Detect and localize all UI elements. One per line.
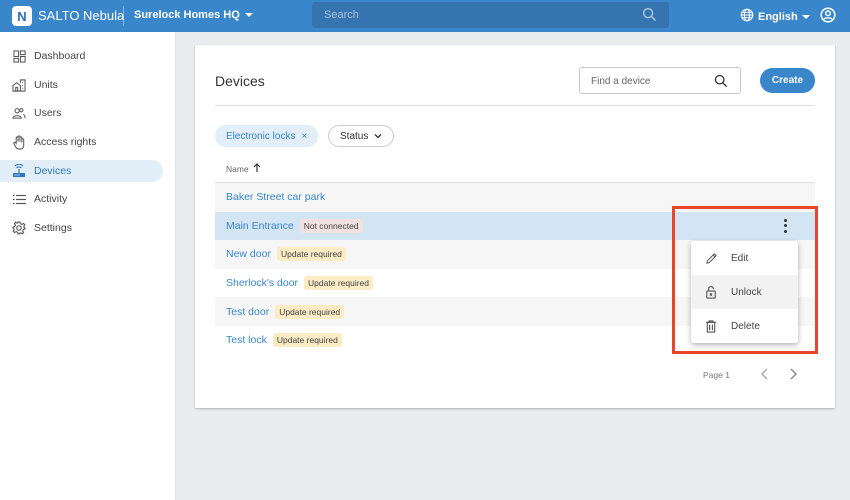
gear-icon	[12, 221, 26, 235]
table-row[interactable]: Main Entrance Not connected	[215, 211, 815, 241]
sidebar-item-label: Users	[34, 107, 62, 119]
menu-item-label: Edit	[731, 252, 749, 264]
device-name-link[interactable]: Sherlock's door	[226, 277, 298, 289]
sidebar-item-users[interactable]: Users	[0, 102, 163, 124]
pencil-icon	[704, 252, 718, 265]
router-icon	[12, 164, 26, 178]
create-button[interactable]: Create	[760, 68, 815, 93]
status-badge: Update required	[272, 333, 342, 348]
column-header-label: Name	[226, 163, 249, 174]
chevron-down-icon	[801, 14, 810, 19]
device-name-link[interactable]: Test door	[226, 306, 269, 318]
menu-item-label: Delete	[731, 320, 760, 332]
sidebar-item-label: Devices	[34, 165, 72, 177]
lock-open-icon	[704, 285, 718, 299]
sidebar-item-dashboard[interactable]: Dashboard	[0, 45, 163, 67]
account-circle-icon[interactable]	[820, 7, 836, 28]
menu-item-unlock[interactable]: Unlock	[691, 275, 798, 309]
sidebar-item-units[interactable]: Units	[0, 74, 163, 96]
brand-name: SALTO Nebula	[38, 8, 125, 23]
sidebar-item-devices[interactable]: Devices	[0, 160, 163, 182]
menu-item-edit[interactable]: Edit	[691, 241, 798, 275]
status-filter-dropdown[interactable]: Status	[328, 125, 395, 147]
filter-chip-label: Electronic locks	[226, 130, 296, 142]
filter-chip-electronic-locks[interactable]: Electronic locks ×	[215, 125, 319, 147]
status-filter-label: Status	[340, 130, 369, 142]
site-selector[interactable]: Surelock Homes HQ	[134, 9, 253, 21]
find-device-placeholder: Find a device	[591, 76, 651, 87]
sidebar-item-label: Settings	[34, 222, 72, 234]
dashboard-icon	[12, 49, 26, 63]
page-indicator: Page 1	[703, 370, 730, 380]
page-title: Devices	[215, 73, 265, 89]
sidebar-item-access-rights[interactable]: Access rights	[0, 131, 163, 153]
arrow-up-icon	[253, 163, 261, 174]
status-badge: Update required	[304, 276, 374, 291]
status-badge: Update required	[276, 247, 346, 262]
chevron-left-icon[interactable]	[760, 367, 770, 386]
devices-card: Devices Find a device Create Electronic …	[195, 45, 835, 408]
sidebar-item-label: Access rights	[34, 136, 97, 148]
sidebar-item-settings[interactable]: Settings	[0, 217, 163, 239]
device-name-link[interactable]: Baker Street car park	[226, 191, 325, 203]
divider	[123, 6, 124, 26]
site-name: Surelock Homes HQ	[134, 9, 240, 21]
status-badge: Update required	[275, 304, 345, 319]
device-name-link[interactable]: New door	[226, 248, 271, 260]
sidebar-item-label: Dashboard	[34, 50, 86, 62]
units-icon	[12, 78, 26, 92]
search-icon[interactable]	[714, 74, 728, 93]
sidebar: Dashboard Units Users Access rights Devi…	[0, 32, 176, 500]
divider	[215, 105, 815, 106]
sidebar-item-activity[interactable]: Activity	[0, 188, 163, 210]
status-badge: Not connected	[299, 218, 363, 233]
find-device-input[interactable]: Find a device	[579, 67, 741, 94]
hand-icon	[12, 134, 26, 150]
table-row[interactable]: Baker Street car park	[215, 183, 815, 212]
search-placeholder: Search	[324, 9, 359, 21]
users-icon	[12, 106, 26, 120]
logo-icon[interactable]: N	[12, 6, 32, 26]
more-options-icon[interactable]	[783, 218, 787, 233]
chevron-right-icon[interactable]	[788, 367, 798, 386]
chevron-down-icon	[374, 131, 382, 142]
device-name-link[interactable]: Main Entrance	[226, 220, 294, 232]
column-header-name[interactable]: Name	[226, 163, 261, 174]
chevron-down-icon	[244, 13, 253, 17]
menu-item-label: Unlock	[731, 286, 762, 298]
close-icon[interactable]: ×	[301, 131, 307, 142]
list-icon	[12, 192, 26, 206]
globe-icon	[740, 8, 754, 25]
top-bar: N SALTO Nebula Surelock Homes HQ Search …	[0, 0, 850, 32]
menu-item-delete[interactable]: Delete	[691, 309, 798, 343]
row-context-menu: Edit Unlock Delete	[691, 241, 798, 343]
sidebar-item-label: Units	[34, 79, 58, 91]
trash-icon	[704, 319, 718, 333]
search-icon[interactable]	[642, 7, 657, 27]
language-selector[interactable]: English	[740, 8, 810, 25]
sidebar-item-label: Activity	[34, 193, 68, 205]
logo-letter: N	[17, 8, 27, 24]
device-name-link[interactable]: Test lock	[226, 334, 267, 346]
global-search-input[interactable]: Search	[312, 2, 669, 28]
language-label: English	[758, 10, 798, 23]
